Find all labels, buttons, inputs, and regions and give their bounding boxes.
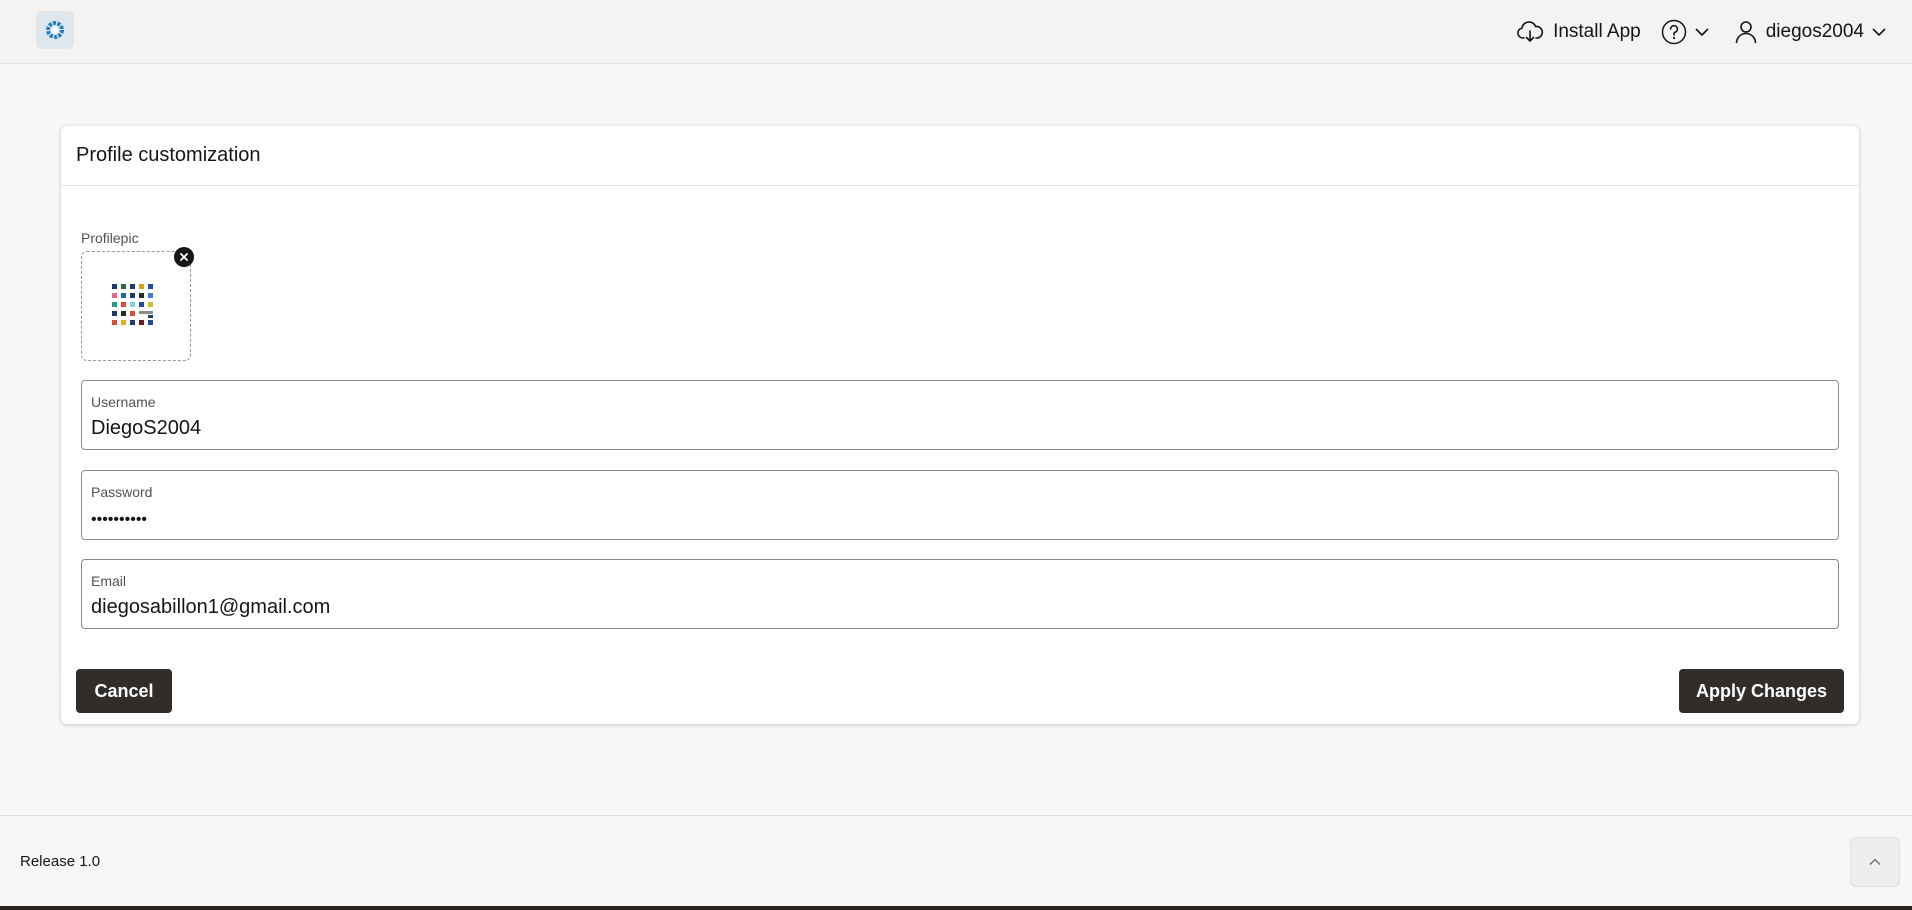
top-navigation-bar: Install App diegos2004 xyxy=(0,0,1912,64)
cancel-button[interactable]: Cancel xyxy=(76,669,172,713)
chevron-up-icon xyxy=(1869,858,1881,865)
email-input[interactable] xyxy=(91,596,1821,619)
password-input[interactable] xyxy=(91,511,1821,529)
region-header: Profile customization xyxy=(61,126,1859,186)
username-label: diegos2004 xyxy=(1765,21,1864,42)
username-input[interactable] xyxy=(91,417,1821,440)
chevron-down-icon xyxy=(1695,27,1709,37)
header-actions: Install App diegos2004 xyxy=(1496,0,1886,64)
password-field-label: Password xyxy=(91,484,153,500)
cloud-download-icon xyxy=(1516,20,1544,44)
profilepic-thumbnail xyxy=(112,284,153,325)
profilepic-label: Profilepic xyxy=(81,230,139,246)
app-logo-icon[interactable] xyxy=(36,11,74,49)
user-icon xyxy=(1735,20,1757,44)
help-icon xyxy=(1661,19,1687,45)
username-field[interactable]: Username xyxy=(81,380,1839,450)
user-menu-button[interactable]: diegos2004 xyxy=(1735,20,1886,44)
email-field[interactable]: Email xyxy=(81,559,1839,629)
region-title: Profile customization xyxy=(76,144,261,166)
install-app-label: Install App xyxy=(1553,21,1641,42)
profilepic-dropzone[interactable] xyxy=(81,251,191,361)
release-version: Release 1.0 xyxy=(20,853,101,870)
username-field-label: Username xyxy=(91,394,156,410)
close-icon xyxy=(180,253,188,261)
password-field[interactable]: Password xyxy=(81,470,1839,540)
remove-profilepic-button[interactable] xyxy=(174,247,194,267)
apply-changes-button[interactable]: Apply Changes xyxy=(1679,669,1844,713)
profile-customization-region: Profile customization Profilepic Usernam… xyxy=(61,126,1859,724)
help-menu-button[interactable] xyxy=(1661,19,1709,45)
page-footer: Release 1.0 xyxy=(0,815,1912,906)
bottom-edge xyxy=(0,906,1912,910)
install-app-button[interactable]: Install App xyxy=(1516,20,1641,44)
scroll-to-top-button[interactable] xyxy=(1850,837,1900,887)
chevron-down-icon xyxy=(1872,27,1886,37)
email-field-label: Email xyxy=(91,573,127,589)
